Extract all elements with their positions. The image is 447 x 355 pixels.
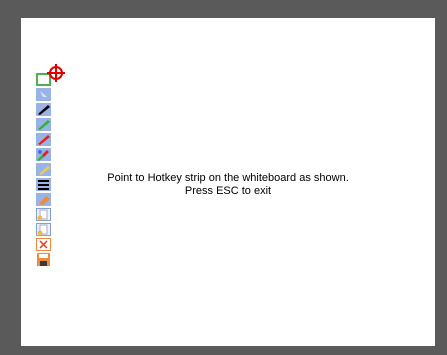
green-pen-icon[interactable] [36,118,51,131]
instruction-message: Point to Hotkey strip on the whiteboard … [21,172,435,198]
new-page-icon[interactable] [36,208,51,221]
crosshair-target-icon [46,63,66,83]
clear-page-icon[interactable] [36,238,51,251]
black-pen-icon[interactable] [36,103,51,116]
save-icon[interactable] [36,253,51,266]
instruction-line-1: Point to Hotkey strip on the whiteboard … [107,172,349,184]
pointer-icon[interactable] [36,88,51,101]
red-pen-icon[interactable] [36,133,51,146]
page-icon[interactable] [36,223,51,236]
instruction-line-2: Press ESC to exit [184,185,272,197]
multicolor-pen-icon[interactable] [36,148,51,161]
